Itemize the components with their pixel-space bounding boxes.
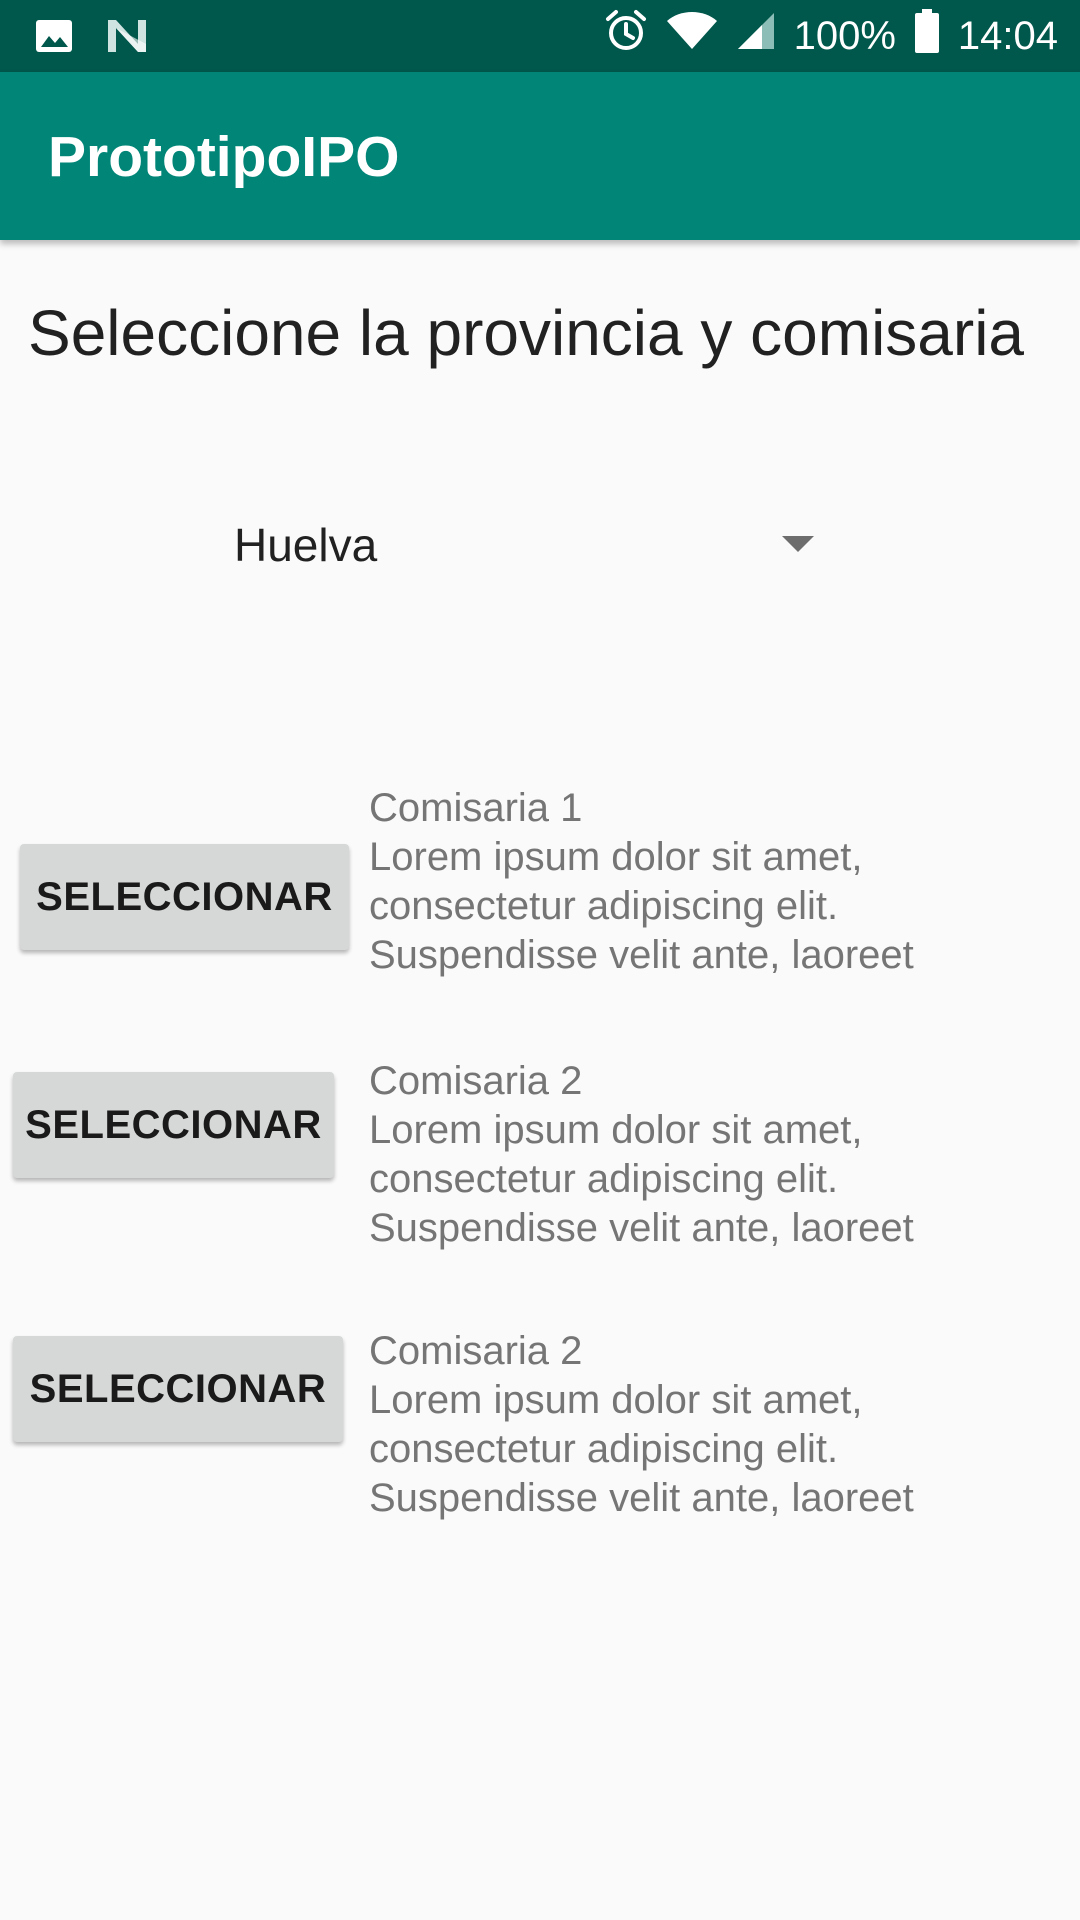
alarm-icon xyxy=(604,9,648,63)
battery-icon xyxy=(914,9,940,63)
province-selected-value: Huelva xyxy=(234,519,378,571)
image-icon xyxy=(34,16,74,61)
comisaria-3-description: Comisaria 2 Lorem ipsum dolor sit amet, … xyxy=(369,1327,1069,1523)
comisaria-1-name: Comisaria 1 xyxy=(369,786,583,830)
comisaria-1-line-3: Suspendisse velit ante, laoreet xyxy=(369,933,914,977)
province-spinner[interactable]: Huelva xyxy=(220,500,840,590)
n-logo-icon xyxy=(104,16,150,61)
signal-icon xyxy=(736,11,776,61)
comisaria-3-line-2: consectetur adipiscing elit. xyxy=(369,1427,839,1471)
comisaria-2-line-3: Suspendisse velit ante, laoreet xyxy=(369,1206,914,1250)
select-comisaria-2-button[interactable]: SELECCIONAR xyxy=(13,1072,334,1178)
comisaria-2-name: Comisaria 2 xyxy=(369,1059,583,1103)
comisaria-3-line-3: Suspendisse velit ante, laoreet xyxy=(369,1476,914,1520)
select-comisaria-1-button[interactable]: SELECCIONAR xyxy=(20,844,349,950)
app-bar: PrototipoIPO xyxy=(0,72,1080,240)
dropdown-arrow-icon xyxy=(782,536,814,552)
select-comisaria-3-button[interactable]: SELECCIONAR xyxy=(13,1336,343,1442)
app-title: PrototipoIPO xyxy=(48,125,400,189)
comisaria-2-line-1: Lorem ipsum dolor sit amet, xyxy=(369,1108,863,1152)
comisaria-3-name: Comisaria 2 xyxy=(369,1329,583,1373)
wifi-icon xyxy=(666,11,718,61)
comisaria-1-line-2: consectetur adipiscing elit. xyxy=(369,884,839,928)
comisaria-1-description: Comisaria 1 Lorem ipsum dolor sit amet, … xyxy=(369,784,1069,980)
comisaria-2-line-2: consectetur adipiscing elit. xyxy=(369,1157,839,1201)
status-bar: 100% 14:04 xyxy=(0,0,1080,72)
comisaria-2-description: Comisaria 2 Lorem ipsum dolor sit amet, … xyxy=(369,1057,1069,1253)
clock: 14:04 xyxy=(957,13,1058,58)
comisaria-1-line-1: Lorem ipsum dolor sit amet, xyxy=(369,835,863,879)
comisaria-3-line-1: Lorem ipsum dolor sit amet, xyxy=(369,1378,863,1422)
battery-percentage: 100% xyxy=(793,13,896,58)
page-heading: Seleccione la provincia y comisaria xyxy=(28,297,1024,369)
